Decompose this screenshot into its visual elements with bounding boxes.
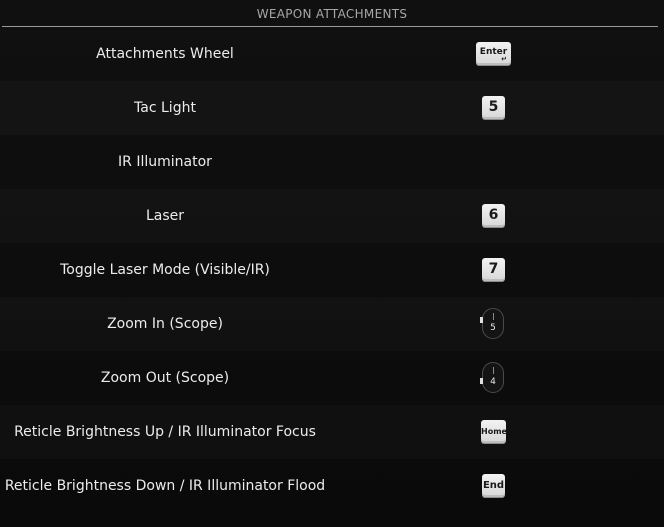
keybind-row-tac-light[interactable]: Tac Light 5 [0, 81, 664, 135]
key-label: 4 [490, 377, 496, 387]
keybind-button[interactable]: Home [481, 420, 507, 443]
keybind-row-toggle-laser-mode[interactable]: Toggle Laser Mode (Visible/IR) 7 [0, 243, 664, 297]
keybind-row-laser[interactable]: Laser 6 [0, 189, 664, 243]
keybind-button[interactable]: 5 [482, 96, 505, 119]
keybind-button[interactable]: 7 [482, 258, 505, 281]
key-label: 7 [488, 261, 499, 277]
keybind-row-zoom-out[interactable]: Zoom Out (Scope) 4 [0, 351, 664, 405]
keybind-slot-empty[interactable] [476, 150, 511, 173]
key-label: Home [481, 427, 507, 436]
key-label: 5 [488, 99, 499, 115]
keybind-button[interactable]: 6 [482, 204, 505, 227]
action-label: Tac Light [134, 100, 196, 116]
keybind-button[interactable]: End [482, 474, 505, 497]
key-label: 5 [490, 323, 496, 333]
keybind-row-ir-illuminator[interactable]: IR Illuminator [0, 135, 664, 189]
action-label: Zoom Out (Scope) [100, 370, 230, 386]
section-header: WEAPON ATTACHMENTS [256, 7, 408, 21]
keybind-panel: WEAPON ATTACHMENTS Attachments Wheel Ent… [0, 0, 664, 527]
keybind-row-attachments-wheel[interactable]: Attachments Wheel Enter ↵ [0, 27, 664, 81]
keybind-row-reticle-brightness-down[interactable]: Reticle Brightness Down / IR Illuminator… [0, 459, 664, 513]
wheel-line [493, 313, 494, 320]
key-label: End [482, 480, 505, 491]
keybind-button[interactable]: Enter ↵ [476, 42, 511, 65]
action-label: Laser [145, 208, 185, 224]
keybind-row-zoom-in[interactable]: Zoom In (Scope) 5 [0, 297, 664, 351]
action-label: Reticle Brightness Up / IR Illuminator F… [14, 424, 316, 440]
mouse-wheel-down-icon[interactable]: 4 [480, 362, 504, 393]
enter-arrow-icon: ↵ [501, 55, 507, 63]
action-label: Zoom In (Scope) [107, 316, 223, 332]
action-label: Attachments Wheel [96, 46, 234, 62]
action-label: IR Illuminator [118, 154, 212, 170]
keybind-row-reticle-brightness-up[interactable]: Reticle Brightness Up / IR Illuminator F… [0, 405, 664, 459]
action-label: Toggle Laser Mode (Visible/IR) [60, 262, 270, 278]
key-label: 6 [488, 207, 499, 223]
mouse-wheel-up-icon[interactable]: 5 [480, 308, 504, 339]
action-label: Reticle Brightness Down / IR Illuminator… [4, 478, 326, 494]
wheel-line [493, 367, 494, 374]
